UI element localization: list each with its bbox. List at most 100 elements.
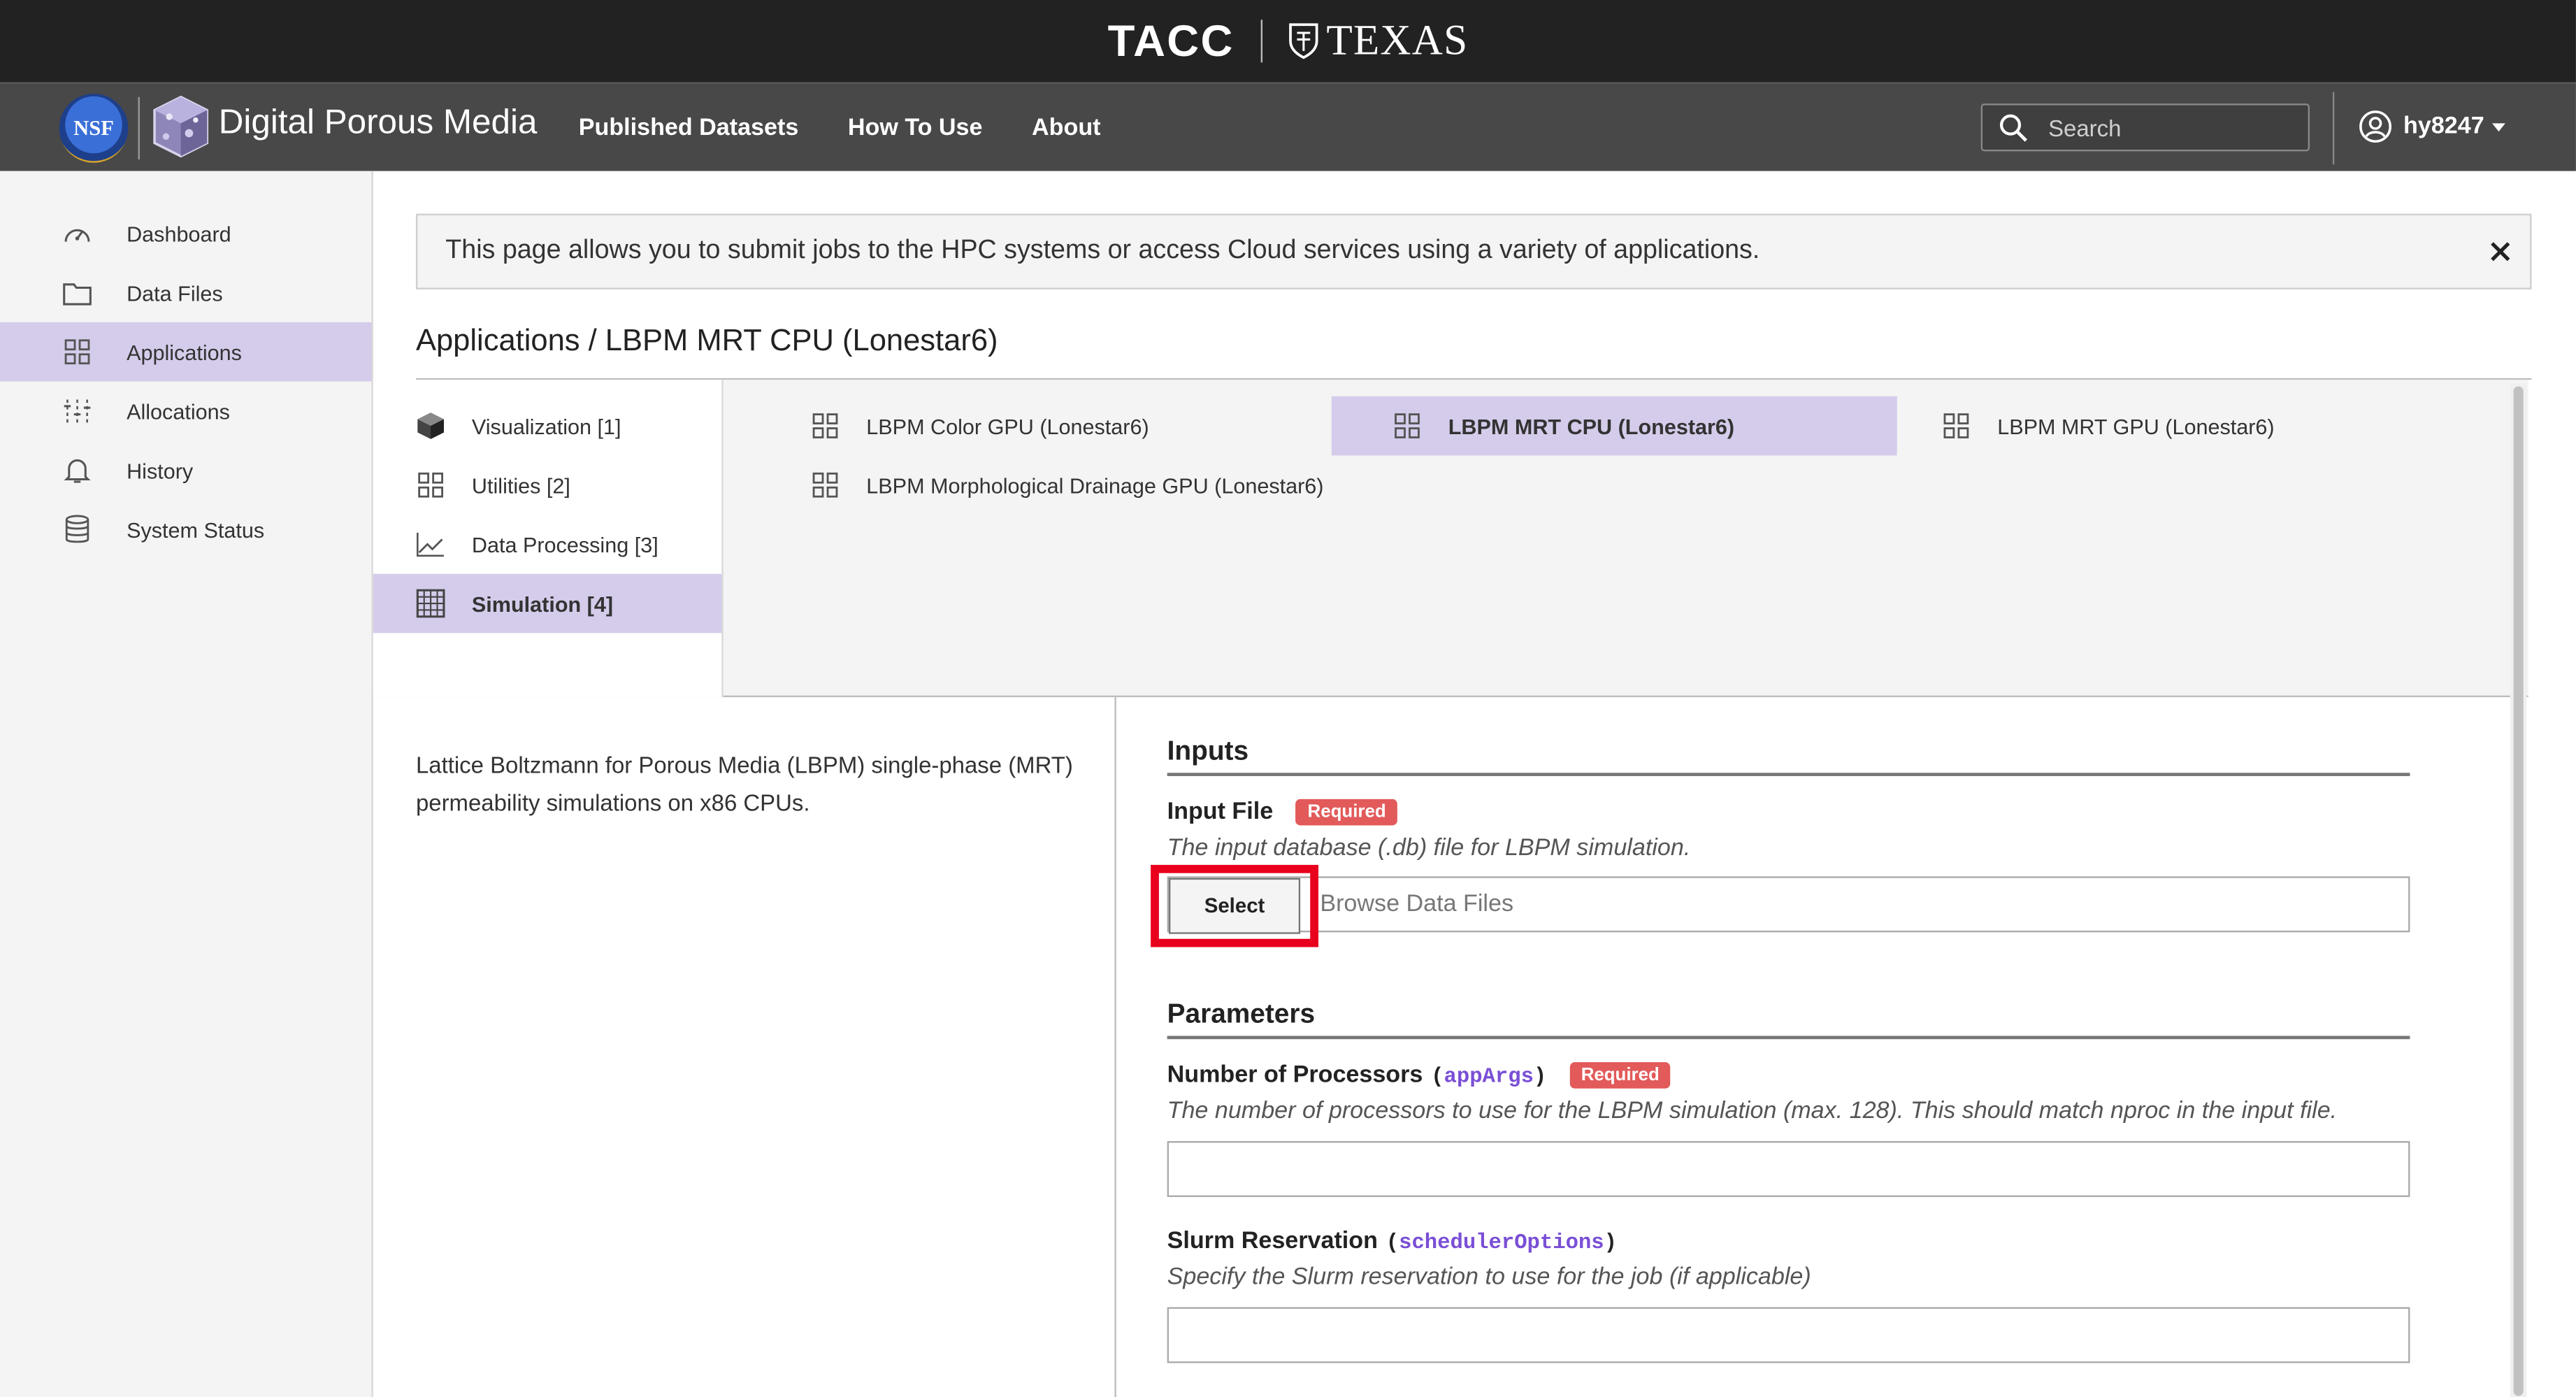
input-file-label-text: Input File <box>1167 798 1274 826</box>
brand-name[interactable]: Digital Porous Media <box>219 103 538 143</box>
tacc-banner: TACC TEXAS <box>0 0 2576 83</box>
slurm-arg-code: schedulerOptions <box>1399 1228 1604 1254</box>
paren-close: ) <box>1533 1063 1547 1088</box>
folder-icon <box>61 276 94 309</box>
scrollbar[interactable] <box>2510 382 2527 1397</box>
chevron-down-icon <box>2492 122 2506 131</box>
sidebar-item-data-files[interactable]: Data Files <box>0 263 371 322</box>
banner-divider <box>1260 20 1262 63</box>
nav-published-datasets[interactable]: Published Datasets <box>579 115 799 142</box>
app-lbpm-mrt-cpu[interactable]: LBPM MRT CPU (Lonestar6) <box>1331 396 1897 456</box>
category-data-processing[interactable]: Data Processing [3] <box>373 515 722 574</box>
ut-shield-icon <box>1288 23 1318 59</box>
grid-icon <box>1941 411 1971 440</box>
grid-icon <box>810 411 840 440</box>
input-file-field[interactable]: Select Browse Data Files <box>1151 864 2410 947</box>
simulation-icon <box>415 587 447 620</box>
database-icon <box>61 513 94 546</box>
input-file-label: Input File Required <box>1167 798 1398 826</box>
slurm-reservation-input[interactable] <box>1167 1307 2410 1363</box>
texas-logo[interactable]: TEXAS <box>1288 17 1468 66</box>
sidebar-item-label: Data Files <box>127 280 223 306</box>
category-label: Simulation [4] <box>471 591 614 616</box>
app-lbpm-morphological-drainage-gpu[interactable]: LBPM Morphological Drainage GPU (Lonesta… <box>749 455 1407 515</box>
grid-icon <box>61 336 94 368</box>
inputs-heading: Inputs <box>1167 736 1249 766</box>
app-lbpm-mrt-gpu[interactable]: LBPM MRT GPU (Lonestar6) <box>1880 396 2446 456</box>
app-label: LBPM MRT GPU (Lonestar6) <box>1997 413 2275 438</box>
username: hy8247 <box>2403 113 2484 140</box>
nsf-logo[interactable]: NSF <box>59 94 129 163</box>
content-divider <box>1114 697 1116 1397</box>
nav-how-to-use[interactable]: How To Use <box>848 115 983 142</box>
sidebar-item-dashboard[interactable]: Dashboard <box>0 204 371 264</box>
cube-icon <box>415 410 447 443</box>
sidebar-item-label: Applications <box>127 339 242 364</box>
tacc-logo[interactable]: TACC <box>1108 15 1235 66</box>
line-chart-icon <box>415 528 447 561</box>
grid-icon <box>1393 411 1422 440</box>
texas-logo-text: TEXAS <box>1326 16 1469 64</box>
sidebar-item-system-status[interactable]: System Status <box>0 500 371 559</box>
inputs-divider <box>1167 773 2410 776</box>
processors-arg-code: appArgs <box>1444 1063 1534 1088</box>
sidebar-item-label: Dashboard <box>127 221 231 246</box>
grid-icon <box>415 468 447 501</box>
slurm-help: Specify the Slurm reservation to use for… <box>1167 1264 1811 1291</box>
sidebar-item-applications[interactable]: Applications <box>0 322 372 382</box>
bell-icon <box>61 454 94 487</box>
required-badge: Required <box>1296 798 1398 826</box>
user-icon <box>2359 110 2391 143</box>
required-badge: Required <box>1569 1062 1671 1089</box>
category-label: Visualization [1] <box>471 413 621 438</box>
nsf-logo-text: NSF <box>73 115 114 140</box>
sidebar-item-label: Allocations <box>127 399 230 424</box>
porous-media-logo-icon[interactable] <box>150 94 212 159</box>
category-utilities[interactable]: Utilities [2] <box>373 455 722 515</box>
parameters-heading: Parameters <box>1167 999 1316 1030</box>
app-description: Lattice Boltzmann for Porous Media (LBPM… <box>415 751 1073 815</box>
sliders-icon <box>61 394 94 427</box>
processors-help: The number of processors to use for the … <box>1167 1098 2338 1125</box>
alert-message: This page allows you to submit jobs to t… <box>445 236 1760 265</box>
search-icon <box>1999 113 2028 141</box>
app-lbpm-color-gpu[interactable]: LBPM Color GPU (Lonestar6) <box>749 396 1315 456</box>
scrollbar-thumb[interactable] <box>2513 386 2524 1396</box>
category-simulation[interactable]: Simulation [4] <box>373 573 722 633</box>
portal-header: NSF Digital Porous Media Published Datas… <box>0 82 2576 173</box>
app-label: LBPM Morphological Drainage GPU (Lonesta… <box>866 473 1324 498</box>
info-alert: This page allows you to submit jobs to t… <box>415 213 2532 289</box>
sidebar-item-label: System Status <box>127 517 265 542</box>
category-label: Data Processing [3] <box>471 531 659 557</box>
category-visualization[interactable]: Visualization [1] <box>373 396 722 456</box>
app-label: LBPM Color GPU (Lonestar6) <box>866 413 1149 438</box>
search-box[interactable] <box>1980 103 2310 152</box>
processors-input[interactable] <box>1167 1141 2410 1197</box>
dashboard-gauge-icon <box>61 217 94 250</box>
close-icon[interactable] <box>2486 237 2515 266</box>
slurm-label-text: Slurm Reservation <box>1167 1228 1378 1255</box>
select-file-button[interactable]: Select <box>1168 877 1301 934</box>
input-file-help: The input database (.db) file for LBPM s… <box>1167 835 1691 862</box>
header-divider <box>2332 92 2335 165</box>
category-list: Visualization [1] Utilities [2] Data Pro… <box>373 380 724 698</box>
sidebar-item-label: History <box>127 457 194 483</box>
breadcrumb: Applications / LBPM MRT CPU (Lonestar6) <box>415 322 998 357</box>
paren-open: ( <box>1431 1063 1444 1088</box>
browse-data-files-placeholder: Browse Data Files <box>1320 891 1514 918</box>
app-tray: Visualization [1] Utilities [2] Data Pro… <box>373 380 2528 698</box>
processors-label-text: Number of Processors <box>1167 1062 1423 1089</box>
user-menu[interactable]: hy8247 <box>2359 110 2506 143</box>
sidebar-item-allocations[interactable]: Allocations <box>0 382 371 441</box>
category-label: Utilities [2] <box>471 473 570 498</box>
search-input[interactable] <box>2048 114 2279 141</box>
nav-about[interactable]: About <box>1032 115 1100 142</box>
sidebar: Dashboard Data Files Applications Alloca… <box>0 171 373 1397</box>
processors-label: Number of Processors (appArgs) Required <box>1167 1062 1671 1089</box>
parameters-divider <box>1167 1036 2410 1040</box>
brand-divider <box>138 96 140 160</box>
paren-close: ) <box>1604 1228 1618 1254</box>
sidebar-item-history[interactable]: History <box>0 440 371 500</box>
grid-icon <box>810 471 840 500</box>
main-nav: Published Datasets How To Use About <box>579 84 1150 173</box>
